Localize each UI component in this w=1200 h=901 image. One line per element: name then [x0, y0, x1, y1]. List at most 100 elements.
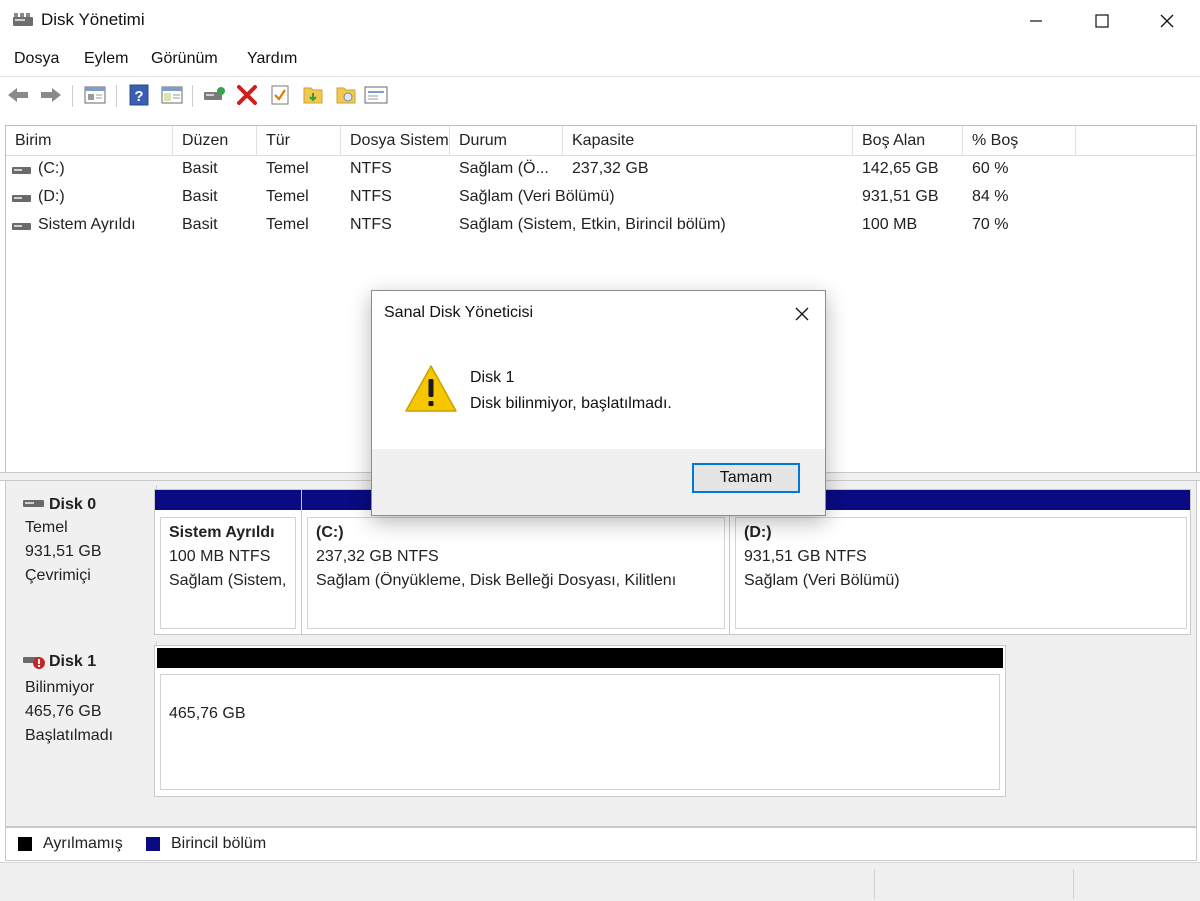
warning-icon: [405, 365, 457, 412]
menu-eylem[interactable]: Eylem: [84, 50, 128, 68]
column-header-kapasite[interactable]: Kapasite: [563, 126, 853, 155]
cell-durum: Sağlam (Ö...: [459, 160, 549, 177]
column-header-dosya-sistemi[interactable]: Dosya Sistemi: [341, 126, 450, 155]
export-icon: [336, 87, 356, 104]
disk-size: 465,76 GB: [25, 703, 102, 720]
properties-list-icon: [364, 86, 388, 104]
cell-duzen: Basit: [182, 188, 218, 205]
volume-list-header: Birim Düzen Tür Dosya Sistemi Durum Kapa…: [6, 126, 1196, 156]
column-header-bos-alan[interactable]: Boş Alan: [853, 126, 963, 155]
disk-name: Disk 1: [49, 653, 97, 670]
cell-dosya-sistemi: NTFS: [350, 160, 392, 177]
partition-title: (D:): [744, 524, 772, 541]
minimize-icon: [1030, 20, 1042, 22]
partition-status: Sağlam (Sistem,: [169, 572, 287, 589]
maximize-button[interactable]: [1069, 0, 1135, 42]
toolbar: ?: [0, 76, 1200, 113]
back-button[interactable]: [6, 83, 30, 107]
cell-duzen: Basit: [182, 216, 218, 233]
partition-unallocated[interactable]: 465,76 GB: [154, 645, 1006, 797]
cell-yuzde-bos: 84 %: [972, 188, 1009, 205]
cell-birim: (C:): [38, 160, 65, 177]
disk-type: Bilinmiyor: [25, 679, 95, 696]
status-bar-separator: [1073, 869, 1074, 899]
cell-dosya-sistemi: NTFS: [350, 188, 392, 205]
import-icon: [303, 87, 323, 104]
disk-0-label[interactable]: Disk 0 Temel 931,51 GB Çevrimiçi: [11, 485, 157, 633]
drive-icon: [12, 167, 31, 174]
disk-name: Disk 0: [49, 496, 97, 513]
ok-button[interactable]: Tamam: [692, 463, 800, 493]
disk-1-label[interactable]: Disk 1 Bilinmiyor 465,76 GB Başlatılmadı: [11, 641, 157, 795]
connect-disk-icon: [204, 87, 225, 100]
dialog-message-title: Disk 1: [470, 369, 515, 386]
legend-label-unallocated: Ayrılmamış: [43, 835, 123, 852]
console-tree-button[interactable]: [160, 83, 184, 107]
column-header-durum[interactable]: Durum: [450, 126, 563, 155]
cell-bos-alan: 142,65 GB: [862, 160, 939, 177]
disk-size: 931,51 GB: [25, 543, 102, 560]
menu-yardim[interactable]: Yardım: [247, 50, 297, 68]
export-button[interactable]: [334, 83, 358, 107]
disk-status: Başlatılmadı: [25, 727, 114, 744]
minimize-button[interactable]: [1003, 0, 1069, 42]
cell-tur: Temel: [266, 216, 309, 233]
toolbar-separator: [192, 85, 193, 107]
legend-swatch-unallocated: [18, 837, 32, 851]
disk-status: Çevrimiçi: [25, 567, 91, 584]
cell-dosya-sistemi: NTFS: [350, 216, 392, 233]
maximize-icon: [1095, 14, 1109, 28]
cell-tur: Temel: [266, 160, 309, 177]
cell-birim: Sistem Ayrıldı: [38, 216, 136, 233]
partition-body: 465,76 GB: [160, 674, 1000, 790]
dialog-footer: Tamam: [372, 449, 825, 515]
legend: Ayrılmamış Birincil bölüm: [5, 827, 1197, 861]
close-button[interactable]: [1134, 0, 1200, 42]
column-header-birim[interactable]: Birim: [6, 126, 173, 155]
status-bar-separator: [874, 869, 875, 899]
partition-title: Sistem Ayrıldı: [169, 524, 275, 541]
menu-bar: Dosya Eylem Görünüm Yardım: [0, 44, 1200, 74]
disk-map: Disk 0 Temel 931,51 GB Çevrimiçi Sistem …: [5, 480, 1197, 827]
forward-button[interactable]: [39, 83, 63, 107]
column-header-tur[interactable]: Tür: [257, 126, 341, 155]
delete-icon: [237, 85, 257, 105]
cell-durum: Sağlam (Sistem, Etkin, Birincil bölüm): [459, 216, 726, 233]
back-arrow-icon: [8, 88, 28, 102]
partition-status: Sağlam (Önyükleme, Disk Belleği Dosyası,…: [316, 572, 677, 589]
import-button[interactable]: [301, 83, 325, 107]
properties-list-button[interactable]: [364, 83, 388, 107]
volume-row[interactable]: (C:) Basit Temel NTFS Sağlam (Ö... 237,3…: [6, 157, 1196, 184]
cell-durum: Sağlam (Veri Bölümü): [459, 188, 615, 205]
forward-arrow-icon: [41, 88, 61, 102]
dialog-close-button[interactable]: [782, 299, 822, 329]
menu-dosya[interactable]: Dosya: [14, 50, 59, 68]
volume-row[interactable]: (D:) Basit Temel NTFS Sağlam (Veri Bölüm…: [6, 185, 1196, 212]
legend-swatch-primary: [146, 837, 160, 851]
connect-disk-button[interactable]: [202, 83, 226, 107]
disk-error-icon: [23, 657, 45, 669]
help-icon: ?: [129, 84, 149, 106]
menu-gorunum[interactable]: Görünüm: [151, 50, 218, 68]
checklist-button[interactable]: [268, 83, 292, 107]
column-header-duzen[interactable]: Düzen: [173, 126, 257, 155]
disk-icon: [23, 500, 44, 507]
close-icon: [1160, 14, 1174, 28]
checklist-icon: [271, 85, 289, 105]
cell-bos-alan: 100 MB: [862, 216, 918, 233]
toolbar-separator: [116, 85, 117, 107]
properties-icon: [84, 86, 106, 104]
help-button[interactable]: ?: [127, 83, 151, 107]
close-icon: [795, 307, 809, 321]
delete-button[interactable]: [235, 83, 259, 107]
partition-bar: [155, 490, 301, 510]
cell-kapasite: 237,32 GB: [572, 160, 649, 177]
partition-sistem-ayrildi[interactable]: Sistem Ayrıldı 100 MB NTFS Sağlam (Siste…: [154, 489, 302, 635]
show-hide-console-button[interactable]: [83, 83, 107, 107]
partition-fs: 931,51 GB NTFS: [744, 548, 867, 565]
volume-row[interactable]: Sistem Ayrıldı Basit Temel NTFS Sağlam (…: [6, 213, 1196, 240]
cell-yuzde-bos: 70 %: [972, 216, 1009, 233]
cell-duzen: Basit: [182, 160, 218, 177]
dialog-message-text: Disk bilinmiyor, başlatılmadı.: [470, 395, 672, 412]
column-header-yuzde-bos[interactable]: % Boş: [963, 126, 1076, 155]
